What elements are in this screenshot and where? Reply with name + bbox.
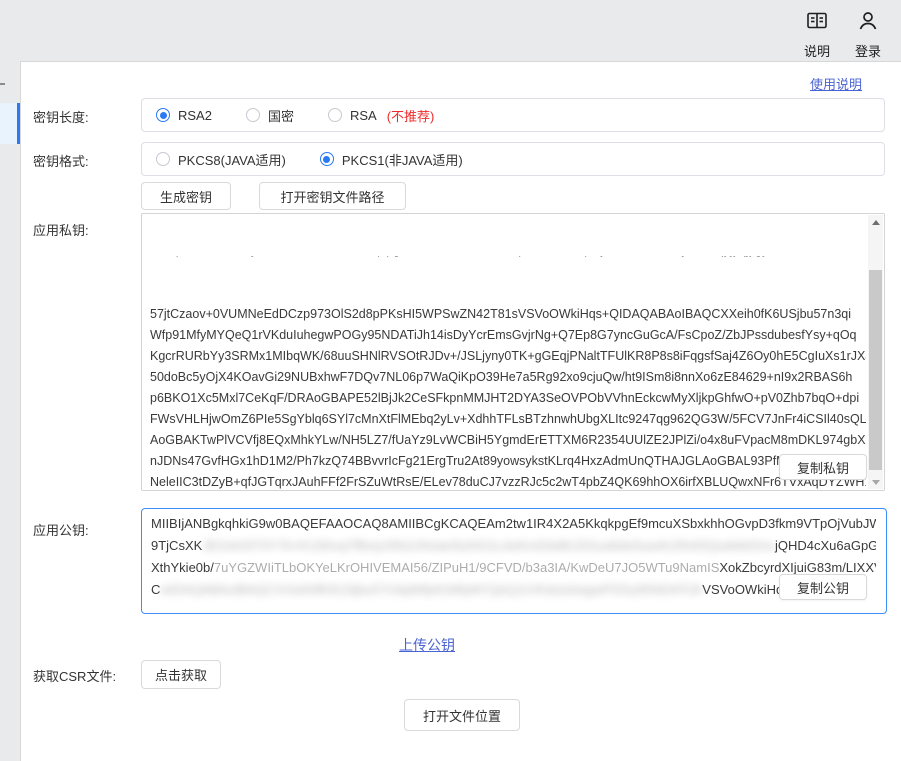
scrollbar-thumb[interactable] xyxy=(869,270,882,470)
radio-rsa[interactable]: RSA (不推荐) xyxy=(328,106,434,125)
upload-public-key-link[interactable]: 上传公钥 xyxy=(399,635,455,655)
private-key-textarea[interactable]: MIIEpAIBAAKCAQEAm2tw1IR4X2A5KkqkpgEf9mcu… xyxy=(141,213,885,491)
csr-file-label: 获取CSR文件: xyxy=(33,666,116,685)
radio-rsa2[interactable]: RSA2 xyxy=(156,108,212,123)
sidebar-selected-highlight[interactable] xyxy=(0,103,17,144)
redacted-text: JEG4n0IT0Y76+KUShvq7lf6viyXlNzUNvtar/bzN… xyxy=(202,538,775,553)
key-text-line: MIIBIjANBgkqhkiG9w0BAQEFAAOCAQ8AMIIBCgKC… xyxy=(151,513,876,535)
user-icon xyxy=(856,9,880,33)
copy-private-key-button[interactable]: 复制私钥 xyxy=(779,454,867,480)
key-text-line: 57jtCzaov+0VUMNeEdDCzp973OlS2d8pPKsHI5WP… xyxy=(150,304,866,325)
key-tool-panel: 使用说明 密钥长度: RSA2 国密 RSA (不推荐) 密钥格式: PKCS8… xyxy=(20,61,901,761)
radio-pkcs1-label: PKCS1(非JAVA适用) xyxy=(342,150,463,169)
key-text-line: p6BKO1Xc5Mxl7CeKqF/DRAoGBAPE52lBjJk2CeSF… xyxy=(150,388,866,409)
public-key-text: MIIBIjANBgkqhkiG9w0BAQEFAAOCAQ8AMIIBCgKC… xyxy=(151,513,876,613)
redacted-text: wIDAQABAoIBAQCXXeih0fK6USjbu57n3qiWfp91M… xyxy=(160,582,702,597)
radio-rsa-label: RSA xyxy=(350,108,377,123)
open-file-location-button[interactable]: 打开文件位置 xyxy=(404,699,520,731)
public-key-textarea[interactable]: MIIBIjANBgkqhkiG9w0BAQEFAAOCAQ8AMIIBCgKC… xyxy=(141,508,887,614)
open-key-file-path-button[interactable]: 打开密钥文件路径 xyxy=(259,182,406,210)
key-text-line: NeleIIC3tDZyB+qfJGTqrxJAuhFFf2FrSZuWtRsE… xyxy=(150,472,866,490)
generate-key-button[interactable]: 生成密钥 xyxy=(141,182,231,210)
key-text-line: 50doBc5yOjX4KOavGi29NUBxhwF7DQv7NL06p7Wa… xyxy=(150,367,866,388)
help-button[interactable]: 说明 xyxy=(789,9,845,60)
usage-instructions-link[interactable]: 使用说明 xyxy=(810,74,862,93)
key-text-line: nJDNs47GvfHGx1hD1M2/Ph7kzQ74BBvvrIcFg21E… xyxy=(150,451,866,472)
not-recommended-warning: (不推荐) xyxy=(387,106,435,125)
radio-unselected-icon xyxy=(156,152,170,166)
private-key-label: 应用私钥: xyxy=(33,220,89,239)
private-key-lines: 57jtCzaov+0VUMNeEdDCzp973OlS2d8pPKsHI5WP… xyxy=(150,304,866,490)
radio-pkcs8[interactable]: PKCS8(JAVA适用) xyxy=(156,150,286,169)
key-format-options: PKCS8(JAVA适用) PKCS1(非JAVA适用) xyxy=(141,142,885,176)
help-label: 说明 xyxy=(789,41,845,60)
key-text-line: XthYkie0b/7uYGZWIiTLbOKYeLKrOHIVEMAI56/Z… xyxy=(151,557,876,579)
radio-unselected-icon xyxy=(246,108,260,122)
radio-pkcs8-label: PKCS8(JAVA适用) xyxy=(178,150,286,169)
radio-pkcs1[interactable]: PKCS1(非JAVA适用) xyxy=(320,150,463,169)
key-text-line: AoGBAKTwPlVCVfj8EQxMhkYLw/NH5LZ7/fUaYz9L… xyxy=(150,430,866,451)
key-length-options: RSA2 国密 RSA (不推荐) xyxy=(141,98,885,132)
key-text-line: 9TjCsXKJEG4n0IT0Y76+KUShvq7lf6viyXlNzUNv… xyxy=(151,535,876,557)
scroll-down-icon[interactable] xyxy=(868,475,883,489)
radio-selected-icon xyxy=(156,108,170,122)
get-csr-button[interactable]: 点击获取 xyxy=(141,660,221,689)
copy-public-key-button[interactable]: 复制公钥 xyxy=(779,574,867,600)
login-button[interactable]: 登录 xyxy=(840,9,896,60)
radio-guomi[interactable]: 国密 xyxy=(246,106,294,125)
scroll-up-icon[interactable] xyxy=(868,215,883,229)
faded-text: 7uYGZWIiTLbOKYeLKrOHIVEMAI56/ZIPuH1/9CFV… xyxy=(214,560,720,575)
private-key-text: MIIEpAIBAAKCAQEAm2tw1IR4X2A5KkqkpgEf9mcu… xyxy=(150,214,866,490)
key-format-label: 密钥格式: xyxy=(33,151,89,170)
key-text-line: Wfp91MfyMYQeQ1rVKduIuhegwPOGy95NDATiJh14… xyxy=(150,325,866,346)
key-text-line: FWsVHLHjwOmZ6PIe5SgYblq6SYl7cMnXtFlMEbq2… xyxy=(150,409,866,430)
sidebar-collapse-tick xyxy=(0,83,5,85)
clipped-line: MIIEpAIBAAKCAQEAm2tw1IR4X2A5KkqkpgEf9mcu… xyxy=(150,256,866,262)
radio-unselected-icon xyxy=(328,108,342,122)
radio-guomi-label: 国密 xyxy=(268,106,294,125)
public-key-label: 应用公钥: xyxy=(33,520,89,539)
key-text-line: KgcrRURbYy3SRMx1MIbqWK/68uuSHNlRVSOtRJDv… xyxy=(150,346,866,367)
radio-rsa2-label: RSA2 xyxy=(178,108,212,123)
key-length-label: 密钥长度: xyxy=(33,107,89,126)
book-icon xyxy=(805,9,829,33)
radio-selected-icon xyxy=(320,152,334,166)
scrollbar-track[interactable] xyxy=(868,215,883,489)
login-label: 登录 xyxy=(840,41,896,60)
key-text-line: CwIDAQABAoIBAQCXXeih0fK6USjbu57n3qiWfp91… xyxy=(151,579,876,601)
